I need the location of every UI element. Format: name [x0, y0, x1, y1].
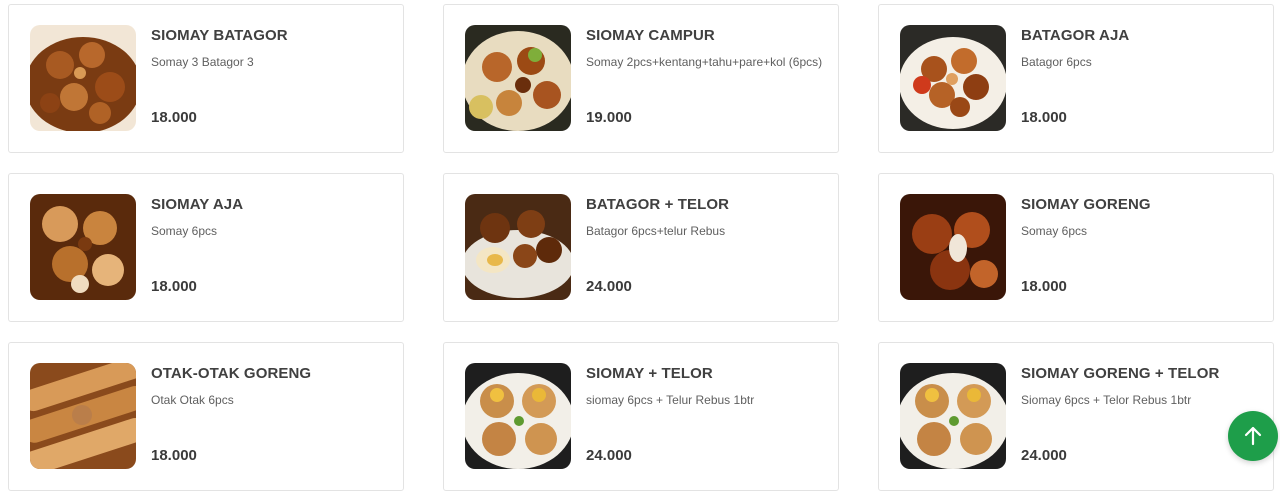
item-description: Otak Otak 6pcs [151, 393, 234, 407]
menu-item-card[interactable]: SIOMAY GORENG + TELOR Siomay 6pcs + Telo… [878, 342, 1274, 491]
menu-item-card[interactable]: SIOMAY GORENG Somay 6pcs 18.000 [878, 173, 1274, 322]
item-price: 18.000 [151, 447, 197, 464]
item-price: 24.000 [586, 278, 632, 295]
food-photo [900, 194, 1006, 300]
item-price: 18.000 [151, 109, 197, 126]
menu-item-card[interactable]: SIOMAY + TELOR siomay 6pcs + Telur Rebus… [443, 342, 839, 491]
menu-item-card[interactable]: OTAK-OTAK GORENG Otak Otak 6pcs 18.000 [8, 342, 404, 491]
item-description: Siomay 6pcs + Telor Rebus 1btr [1021, 393, 1192, 407]
item-description: Somay 6pcs [1021, 224, 1088, 238]
menu-item-card[interactable]: SIOMAY AJA Somay 6pcs 18.000 [8, 173, 404, 322]
item-description: Somay 2pcs+kentang+tahu+pare+kol (6pcs) [586, 55, 823, 69]
item-name: BATAGOR AJA [1021, 27, 1130, 44]
item-name: SIOMAY + TELOR [586, 365, 713, 382]
item-price: 18.000 [151, 278, 197, 295]
item-name: SIOMAY GORENG [1021, 196, 1151, 213]
food-photo [30, 25, 136, 131]
food-photo [465, 194, 571, 300]
food-photo [900, 363, 1006, 469]
item-name: SIOMAY BATAGOR [151, 27, 288, 44]
food-photo [900, 25, 1006, 131]
item-name: SIOMAY AJA [151, 196, 244, 213]
item-name: BATAGOR + TELOR [586, 196, 730, 213]
food-photo [465, 363, 571, 469]
item-description: Batagor 6pcs [1021, 55, 1092, 69]
item-price: 24.000 [586, 447, 632, 464]
item-description: Somay 3 Batagor 3 [151, 55, 254, 69]
item-name: OTAK-OTAK GORENG [151, 365, 312, 382]
menu-item-card[interactable]: BATAGOR + TELOR Batagor 6pcs+telur Rebus… [443, 173, 839, 322]
menu-item-card[interactable]: SIOMAY BATAGOR Somay 3 Batagor 3 18.000 [8, 4, 404, 153]
menu-item-card[interactable]: SIOMAY CAMPUR Somay 2pcs+kentang+tahu+pa… [443, 4, 839, 153]
item-description: siomay 6pcs + Telur Rebus 1btr [586, 393, 755, 407]
item-description: Batagor 6pcs+telur Rebus [586, 224, 726, 238]
item-name: SIOMAY GORENG + TELOR [1021, 365, 1220, 382]
item-price: 19.000 [586, 109, 632, 126]
food-photo [30, 363, 136, 469]
scroll-to-top-button[interactable] [1228, 411, 1278, 461]
arrow-up-icon [1244, 426, 1262, 446]
item-name: SIOMAY CAMPUR [586, 27, 715, 44]
menu-item-card[interactable]: BATAGOR AJA Batagor 6pcs 18.000 [878, 4, 1274, 153]
food-photo [465, 25, 571, 131]
food-photo [30, 194, 136, 300]
item-price: 18.000 [1021, 278, 1067, 295]
item-description: Somay 6pcs [151, 224, 218, 238]
item-price: 18.000 [1021, 109, 1067, 126]
item-price: 24.000 [1021, 447, 1067, 464]
